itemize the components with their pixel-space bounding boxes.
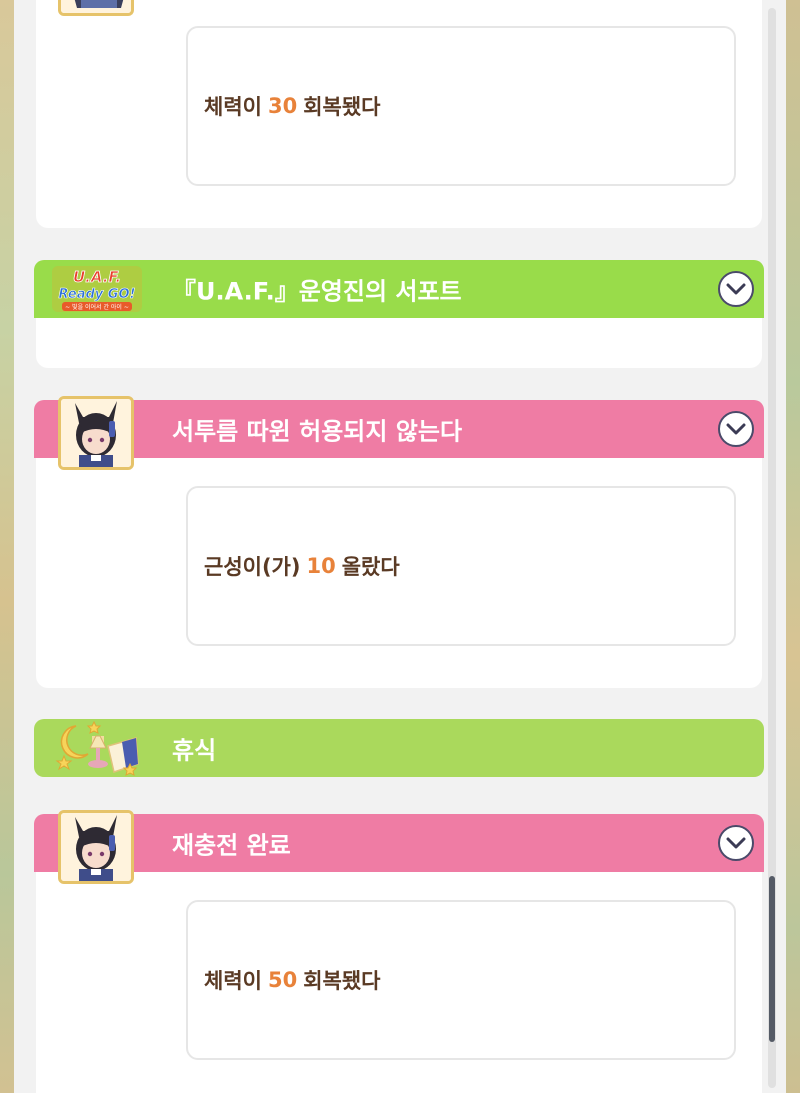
- uaf-logo-text: U.A.F.: [73, 268, 121, 286]
- message-text: 올랐다: [341, 555, 400, 579]
- message-value: 10: [306, 554, 336, 578]
- event-title: 서투름 따윈 허용되지 않는다: [172, 417, 463, 446]
- character-portrait: [58, 0, 134, 16]
- event-title: 『U.A.F.』운영진의 서포트: [172, 277, 462, 306]
- message-value: 30: [267, 94, 298, 118]
- event-header-character[interactable]: 서투름 따윈 허용되지 않는다: [34, 400, 764, 458]
- chevron-down-icon[interactable]: [718, 411, 754, 447]
- rest-icon: [54, 720, 140, 778]
- message-text: 회복됐다: [303, 95, 381, 119]
- message-text: 체력이: [204, 95, 262, 119]
- background-right: [784, 0, 800, 1093]
- uaf-logo-icon: U.A.F. Ready GO! ~ 빛을 이어서 간 아이 ~: [50, 262, 144, 316]
- chevron-down-icon[interactable]: [718, 825, 754, 861]
- event-card: [36, 318, 762, 368]
- event-message: 체력이 30 회복됐다: [186, 26, 736, 186]
- uaf-logo-text: ~ 빛을 이어서 간 아이 ~: [65, 303, 129, 311]
- scrollbar-thumb[interactable]: [769, 876, 775, 1042]
- character-portrait: [58, 810, 134, 884]
- message-text: 근성이(가): [204, 555, 301, 579]
- event-message: 체력이 50 회복됐다: [186, 900, 736, 1060]
- chevron-down-icon[interactable]: [718, 271, 754, 307]
- event-title: 재충전 완료: [172, 831, 291, 860]
- event-header-character[interactable]: 재충전 완료: [34, 814, 764, 872]
- character-portrait: [58, 396, 134, 470]
- message-text: 체력이: [204, 969, 262, 993]
- event-header-rest[interactable]: 휴식: [34, 719, 764, 777]
- event-title: 휴식: [172, 736, 217, 765]
- message-text: 회복됐다: [303, 969, 381, 993]
- message-value: 50: [267, 968, 298, 992]
- background-left: [0, 0, 14, 1093]
- uaf-logo-text: Ready GO!: [59, 287, 136, 302]
- event-message: 근성이(가) 10 올랐다: [186, 486, 736, 646]
